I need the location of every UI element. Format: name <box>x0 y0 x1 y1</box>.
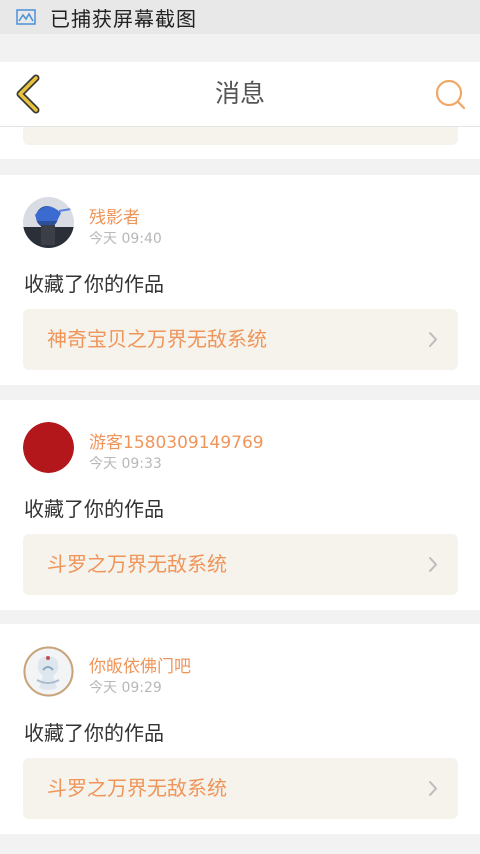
chevron-right-icon <box>429 781 437 796</box>
username[interactable]: 残影者 <box>89 203 140 228</box>
timestamp: 今天 09:40 <box>89 231 162 247</box>
message-card: 残影者 今天 09:40 收藏了你的作品 神奇宝贝之万界无敌系统 <box>0 175 480 385</box>
search-icon[interactable] <box>434 78 466 110</box>
action-text: 收藏了你的作品 <box>24 721 164 745</box>
work-link[interactable]: 斗罗之万界无敌系统 <box>23 758 458 819</box>
timestamp: 今天 09:33 <box>89 456 162 472</box>
action-text: 收藏了你的作品 <box>24 272 164 296</box>
work-link[interactable]: 神奇宝贝之万界无敌系统 <box>23 309 458 370</box>
timestamp: 今天 09:29 <box>89 680 162 696</box>
avatar[interactable] <box>23 646 74 697</box>
work-title: 神奇宝贝之万界无敌系统 <box>47 327 267 351</box>
action-text: 收藏了你的作品 <box>24 497 164 521</box>
avatar[interactable] <box>23 422 74 473</box>
page-title: 消息 <box>214 79 265 108</box>
chevron-right-icon <box>429 332 437 347</box>
message-card: 游客1580309149769 今天 09:33 收藏了你的作品 斗罗之万界无敌… <box>0 400 480 610</box>
previous-work-box[interactable] <box>23 127 458 145</box>
image-icon <box>16 9 36 25</box>
work-link[interactable]: 斗罗之万界无敌系统 <box>23 534 458 595</box>
username[interactable]: 游客1580309149769 <box>89 428 264 453</box>
header: 消息 <box>0 62 480 127</box>
work-title: 斗罗之万界无敌系统 <box>47 552 227 576</box>
chevron-right-icon <box>429 557 437 572</box>
status-text: 已捕获屏幕截图 <box>50 6 197 31</box>
previous-message-card <box>0 127 480 159</box>
status-bar: 已捕获屏幕截图 <box>0 0 480 34</box>
username[interactable]: 你皈依佛门吧 <box>89 652 191 677</box>
avatar[interactable] <box>23 197 74 248</box>
work-title: 斗罗之万界无敌系统 <box>47 776 227 800</box>
message-card: 你皈依佛门吧 今天 09:29 收藏了你的作品 斗罗之万界无敌系统 <box>0 624 480 834</box>
